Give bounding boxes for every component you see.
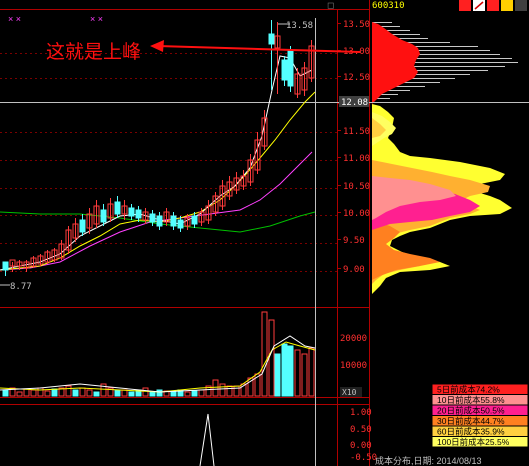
legend-label: 20日前成本50.5% [437, 406, 505, 416]
candle-body [177, 219, 184, 229]
volume-bar [72, 389, 79, 397]
indicator-axis: 1.00 0.50 0.00 -0.50 [350, 408, 377, 463]
candle-body [191, 215, 198, 225]
annotation-arrow [150, 40, 361, 53]
price-tick-label: 11.00 [343, 154, 370, 164]
candle-body [2, 261, 9, 271]
high-label: 13.58 [286, 21, 313, 31]
volume-bar [184, 391, 191, 397]
legend-label: 10日前成本55.8% [437, 395, 505, 405]
volume-bar [226, 385, 233, 397]
legend-label: 5日前成本74.2% [437, 385, 500, 395]
candle-body [170, 215, 177, 227]
price-tick-label: 10.50 [343, 182, 370, 192]
header-mark-left: × × [8, 14, 21, 24]
volume-bar [79, 387, 86, 397]
volume-bar [37, 387, 44, 397]
indicator-line [199, 413, 215, 466]
stock-code: 600310 [372, 1, 405, 11]
low-label: 8.77 [10, 282, 32, 292]
candle-body [79, 219, 86, 233]
volume-bar [121, 389, 128, 397]
volume-unit: X10 [342, 388, 357, 397]
volume-bar [287, 345, 294, 397]
volume-bar [261, 311, 268, 397]
volume-bar [198, 389, 205, 397]
toolbar-settings-icon[interactable] [501, 0, 513, 11]
price-tick-label: 13.50 [343, 20, 370, 30]
volume-bar [149, 391, 156, 397]
volume-bar [308, 347, 315, 397]
toolbar-flag2-icon[interactable] [487, 0, 499, 11]
toolbar-flag-icon[interactable] [459, 0, 471, 11]
candle-body [287, 49, 294, 87]
price-tick-label: 9.00 [343, 265, 365, 275]
volume-bar [23, 388, 30, 397]
volume-bar [294, 349, 301, 397]
ma5-line [0, 55, 313, 271]
cost-legend: 5日前成本74.2%10日前成本55.8%20日前成本50.5%30日前成本44… [431, 383, 529, 448]
volume-bar [16, 391, 23, 397]
indicator-tick-label: 0.00 [350, 441, 372, 451]
indicator-tick-label: 0.50 [350, 425, 372, 435]
volume-bar [219, 383, 226, 397]
legend-label: 60日前成本35.9% [437, 427, 505, 437]
volume-bar [128, 391, 135, 397]
volume-tick-label: 10000 [340, 361, 367, 371]
header-mark-right: × × [90, 14, 103, 24]
volume-bar [30, 389, 37, 397]
volume-tick-label: 20000 [340, 334, 367, 344]
volume-bar [142, 387, 149, 397]
volume-bar [274, 353, 281, 397]
volume-ma-yellow [0, 341, 316, 393]
price-tick-label: 9.50 [343, 236, 365, 246]
volume-axis: 20000 10000 [340, 334, 367, 371]
stock-chart-canvas[interactable]: × × × × 600310 ◻ 13.5013.0012.5011.5011.… [0, 0, 529, 466]
toolbar-close-icon[interactable] [515, 0, 527, 11]
volume-bars [2, 311, 315, 397]
price-tick-label: 11.50 [343, 127, 370, 137]
annotation-text: 这就是上峰 [46, 41, 141, 63]
indicator-tick-label: -0.50 [350, 453, 377, 463]
volume-bar [233, 385, 240, 397]
volume-bar [268, 319, 275, 397]
candle-body [156, 215, 163, 227]
volume-bar [93, 391, 100, 397]
candle-body [128, 207, 135, 217]
candle-body [268, 33, 275, 45]
volume-bar [191, 390, 198, 397]
volume-bar [2, 389, 9, 397]
panel-toggle-icon[interactable]: ◻ [327, 0, 334, 10]
current-price-label: 12.08 [341, 98, 368, 108]
price-tick-label: 12.50 [343, 73, 370, 83]
candle-body [114, 201, 121, 215]
candle-body [135, 209, 142, 219]
price-axis: 13.5013.0012.5012.0011.5011.0010.5010.00… [337, 20, 370, 275]
price-gridlines [0, 53, 337, 272]
volume-bar [114, 389, 121, 397]
volume-bar [65, 385, 72, 397]
ma10-line [0, 91, 316, 271]
volume-bar [281, 343, 288, 397]
moving-averages [0, 55, 316, 271]
volume-bar [44, 390, 51, 397]
footer-status: 成本分布,日期: 2014/08/13 [375, 455, 482, 466]
cost-distribution [372, 22, 518, 294]
price-tick-label: 10.00 [343, 209, 370, 219]
volume-ma-white [0, 335, 316, 393]
candle-body [100, 209, 107, 223]
volume-bar [170, 391, 177, 397]
volume-bar [301, 353, 308, 397]
candle-body [149, 213, 156, 223]
volume-bar [51, 388, 58, 397]
volume-bar [86, 389, 93, 397]
volume-bar [156, 389, 163, 397]
legend-label: 30日前成本44.7% [437, 416, 505, 426]
volume-bar [212, 379, 219, 397]
legend-label: 100日前成本25.5% [437, 437, 510, 447]
candle-body [281, 59, 288, 81]
indicator-tick-label: 1.00 [350, 408, 372, 418]
